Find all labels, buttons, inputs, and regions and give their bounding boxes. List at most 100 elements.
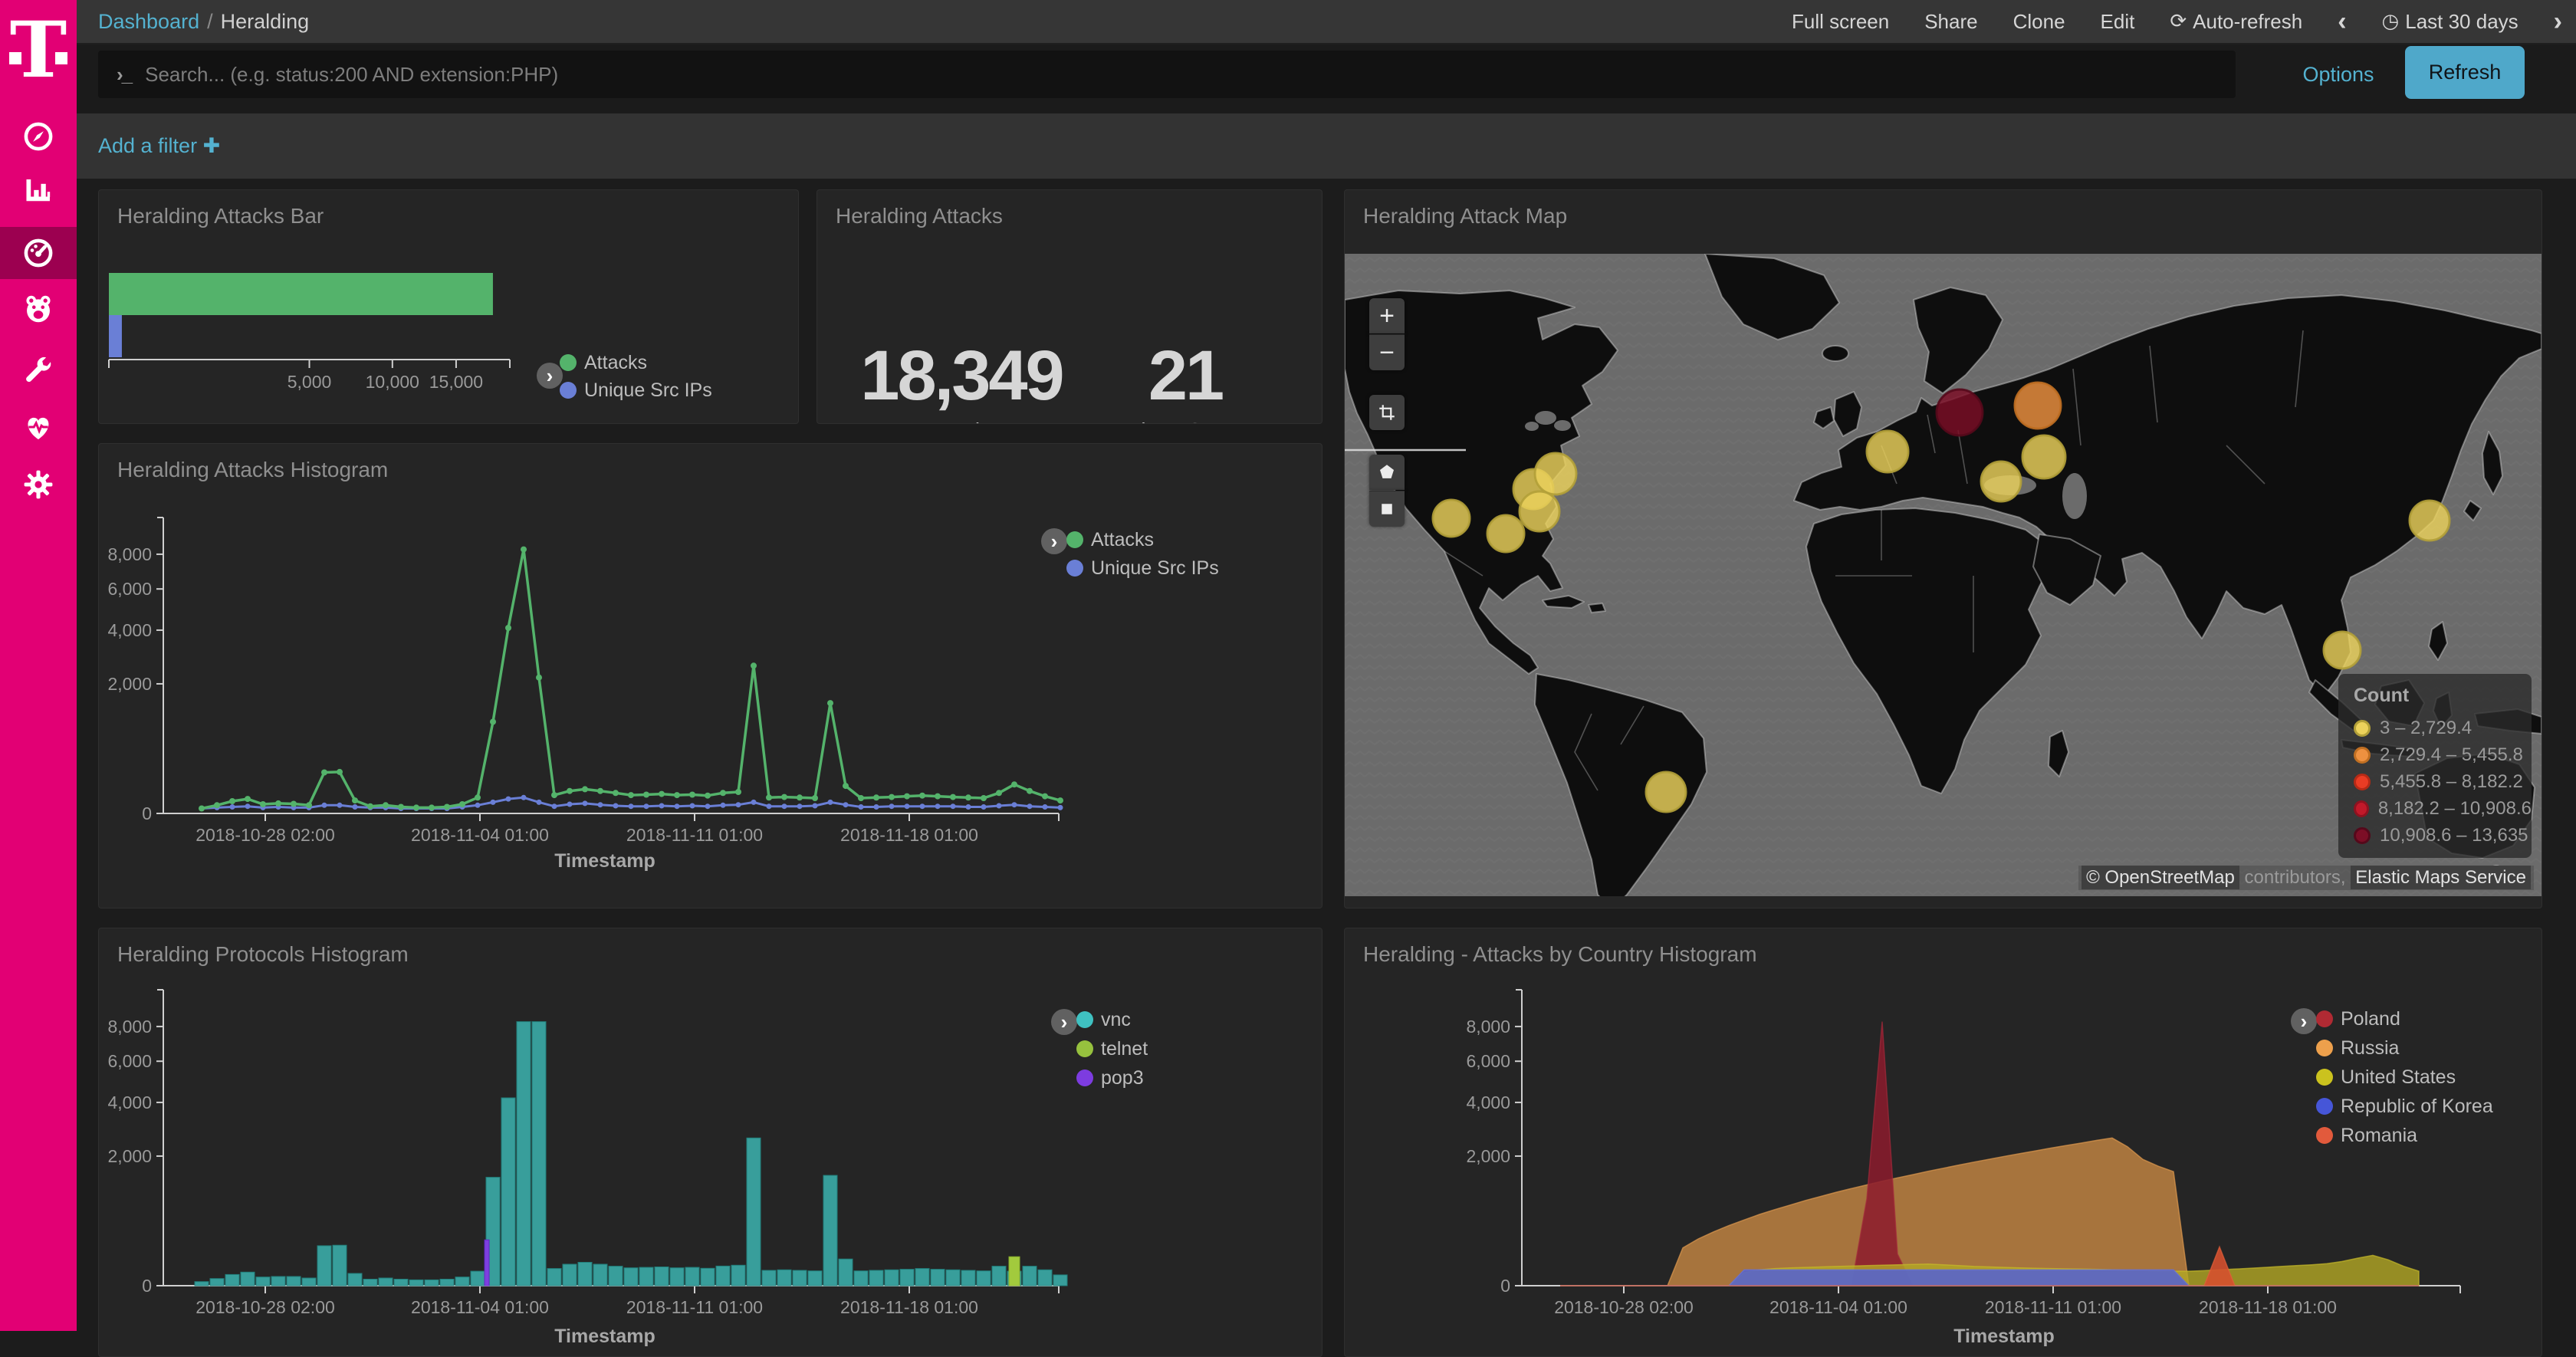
map-legend-label: 5,455.8 – 8,182.2 xyxy=(2380,771,2523,793)
search-placeholder: Search... (e.g. status:200 AND extension… xyxy=(145,63,558,87)
legend-item[interactable]: Russia xyxy=(2316,1038,2493,1058)
legend-toggle-icon[interactable]: › xyxy=(537,363,563,389)
attack-map-marker[interactable] xyxy=(1981,462,2021,501)
attack-map-marker[interactable] xyxy=(1535,453,1576,495)
map-zoom-out-button[interactable]: − xyxy=(1369,334,1405,370)
legend-item[interactable]: pop3 xyxy=(1076,1068,1148,1088)
share-button[interactable]: Share xyxy=(1924,10,1977,34)
compass-icon xyxy=(21,119,56,154)
legend-label: Attacks xyxy=(1091,529,1154,551)
legend-label: Republic of Korea xyxy=(2341,1096,2493,1118)
map-legend-dot xyxy=(2354,720,2371,737)
svg-text:4,000: 4,000 xyxy=(107,620,152,640)
options-link[interactable]: Options xyxy=(2285,51,2392,98)
t-mobile-logo[interactable]: T xyxy=(0,9,77,98)
time-back-button[interactable]: ‹ xyxy=(2338,14,2346,29)
legend-item[interactable]: Poland xyxy=(2316,1009,2493,1029)
legend-item[interactable]: Unique Src IPs xyxy=(560,380,712,400)
legend-color-dot xyxy=(2316,1069,2333,1086)
attack-map-marker[interactable] xyxy=(1646,772,1686,812)
svg-text:Timestamp: Timestamp xyxy=(554,850,656,872)
map-legend-item: 3 – 2,729.4 xyxy=(2354,715,2532,741)
legend-item[interactable]: Republic of Korea xyxy=(2316,1096,2493,1116)
top-nav-bar: Dashboard/Heralding Full screen Share Cl… xyxy=(77,0,2576,44)
map-draw-rectangle-button[interactable] xyxy=(1369,491,1405,527)
clone-button[interactable]: Clone xyxy=(2013,10,2065,34)
t-logo-left-square xyxy=(9,52,21,64)
svg-text:2018-11-04 01:00: 2018-11-04 01:00 xyxy=(411,825,549,845)
map-legend-title: Count xyxy=(2354,685,2532,707)
attack-map-marker[interactable] xyxy=(2022,435,2065,478)
sidebar-item-discover[interactable] xyxy=(0,110,77,163)
panel-country-histogram: Heralding - Attacks by Country Histogram… xyxy=(1344,928,2542,1357)
svg-text:8,000: 8,000 xyxy=(107,1017,152,1037)
legend-item[interactable]: Unique Src IPs xyxy=(1066,558,1219,578)
osm-link[interactable]: © OpenStreetMap xyxy=(2082,866,2239,889)
add-filter-button[interactable]: Add a filter ✚ xyxy=(98,113,220,179)
svg-text:Timestamp: Timestamp xyxy=(1953,1326,2055,1347)
attack-map-marker[interactable] xyxy=(1433,500,1470,537)
legend-label: Poland xyxy=(2341,1008,2400,1030)
legend-toggle-icon[interactable]: › xyxy=(1041,528,1067,554)
legend-item[interactable]: Romania xyxy=(2316,1125,2493,1145)
attack-map-marker[interactable] xyxy=(1520,491,1559,531)
map-zoom-in-button[interactable]: + xyxy=(1369,298,1405,334)
svg-text:2018-11-11 01:00: 2018-11-11 01:00 xyxy=(626,825,763,845)
legend-item[interactable]: telnet xyxy=(1076,1039,1148,1059)
svg-text:8,000: 8,000 xyxy=(107,544,152,564)
world-map[interactable]: + − Count 3 – 2,729.42,729.4 – 5,455.8 5,… xyxy=(1345,254,2542,896)
map-legend-item: 5,455.8 – 8,182.2 xyxy=(2354,768,2532,795)
map-fit-bounds-button[interactable] xyxy=(1369,395,1405,430)
attack-map-marker[interactable] xyxy=(2324,632,2361,669)
panel-title: Heralding Attack Map xyxy=(1363,204,1567,228)
time-forward-button[interactable]: › xyxy=(2554,14,2562,29)
legend-item[interactable]: Attacks xyxy=(560,353,712,373)
legend-toggle-icon[interactable]: › xyxy=(1051,1009,1077,1035)
legend-item[interactable]: Attacks xyxy=(1066,530,1219,550)
svg-text:2018-11-11 01:00: 2018-11-11 01:00 xyxy=(1985,1297,2121,1317)
fullscreen-button[interactable]: Full screen xyxy=(1792,10,1889,34)
legend-toggle-icon[interactable]: › xyxy=(2291,1008,2317,1034)
time-picker-button[interactable]: ◷Last 30 days xyxy=(2382,10,2518,34)
svg-text:Timestamp: Timestamp xyxy=(554,1326,656,1347)
sidebar-item-monitoring[interactable] xyxy=(0,401,77,453)
panel-attacks-histogram: Heralding Attacks Histogram 02,0004,0006… xyxy=(98,443,1322,909)
legend-label: Russia xyxy=(2341,1037,2399,1060)
legend-item[interactable]: United States xyxy=(2316,1067,2493,1087)
legend-color-dot xyxy=(1066,560,1083,577)
legend-item[interactable]: vnc xyxy=(1076,1010,1148,1030)
attack-map-marker[interactable] xyxy=(1867,431,1908,472)
map-draw-polygon-button[interactable] xyxy=(1369,455,1405,490)
breadcrumb-dashboard-link[interactable]: Dashboard xyxy=(98,10,199,33)
sidebar-item-visualize[interactable] xyxy=(0,165,77,217)
legend-label: vnc xyxy=(1101,1009,1131,1031)
breadcrumb-current: Heralding xyxy=(221,10,310,33)
svg-text:6,000: 6,000 xyxy=(107,579,152,599)
attack-map-marker[interactable] xyxy=(2015,383,2061,429)
ems-link[interactable]: Elastic Maps Service xyxy=(2351,866,2531,889)
edit-button[interactable]: Edit xyxy=(2101,10,2135,34)
attack-map-marker[interactable] xyxy=(2410,501,2450,540)
sidebar-item-management[interactable] xyxy=(0,458,77,511)
search-input[interactable]: ›_ Search... (e.g. status:200 AND extens… xyxy=(98,51,2236,98)
bar-chart-icon xyxy=(21,173,56,209)
sidebar-item-tpot-bear[interactable] xyxy=(0,283,77,335)
legend-label: pop3 xyxy=(1101,1067,1144,1089)
sidebar-item-dev-tools[interactable] xyxy=(0,342,77,394)
attack-map-marker[interactable] xyxy=(1487,515,1524,552)
t-logo-right-square xyxy=(55,52,67,64)
sidebar-item-dashboard[interactable] xyxy=(0,227,77,279)
auto-refresh-button[interactable]: ⟳Auto-refresh xyxy=(2170,10,2302,34)
svg-text:10,000: 10,000 xyxy=(366,372,419,392)
attack-map-marker[interactable] xyxy=(1937,389,1983,435)
t-logo-glyph: T xyxy=(0,5,77,95)
legend: Attacks Unique Src IPs xyxy=(1066,530,1219,586)
refresh-button[interactable]: Refresh xyxy=(2405,46,2525,99)
metric-unique-src-ips: 21 Unique Src IPs xyxy=(1070,340,1300,424)
bear-icon xyxy=(21,291,56,327)
map-legend-dot xyxy=(2354,827,2371,844)
legend-color-dot xyxy=(1076,1011,1093,1028)
legend-label: telnet xyxy=(1101,1038,1148,1060)
map-legend-item: 2,729.4 – 5,455.8 xyxy=(2354,741,2532,768)
legend: vnc telnet pop3 xyxy=(1076,1010,1148,1097)
